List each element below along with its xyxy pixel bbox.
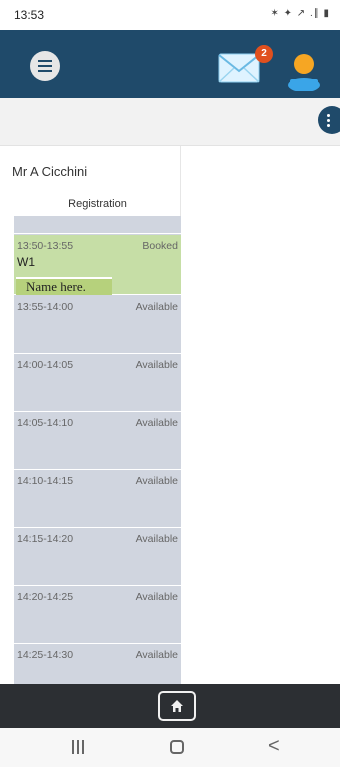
slot-name-note: Name here. xyxy=(16,277,112,295)
mail-badge: 2 xyxy=(255,45,273,63)
recents-icon[interactable] xyxy=(70,740,86,754)
slot-available[interactable]: 13:55-14:00 Available xyxy=(14,296,181,354)
slot-available[interactable]: 14:05-14:10 Available xyxy=(14,412,181,470)
slot-time: 14:25-14:30 xyxy=(17,649,74,661)
slots-spacer xyxy=(14,216,181,234)
slot-status: Available xyxy=(135,475,178,487)
back-chevron-icon[interactable]: < xyxy=(268,735,280,758)
slot-status: Available xyxy=(135,591,178,603)
slot-status: Available xyxy=(135,649,178,661)
slot-status: Available xyxy=(135,359,178,371)
slot-time: 14:05-14:10 xyxy=(17,417,74,429)
hamburger-menu-icon[interactable] xyxy=(30,51,60,81)
home-circle-icon[interactable] xyxy=(170,740,184,754)
sub-toolbar xyxy=(0,98,340,146)
home-icon[interactable] xyxy=(158,691,196,721)
slot-available[interactable]: 14:10-14:15 Available xyxy=(14,470,181,528)
slot-available[interactable]: 14:20-14:25 Available xyxy=(14,586,181,644)
user-avatar-icon[interactable] xyxy=(286,49,322,92)
slot-time: 14:20-14:25 xyxy=(17,591,74,603)
slot-status: Booked xyxy=(142,240,178,252)
teacher-name: Mr A Cicchini xyxy=(12,164,88,179)
status-bar: 13:53 ✶ ✦ ↗ .∥ ▮ xyxy=(0,0,340,30)
slot-time: 14:15-14:20 xyxy=(17,533,74,545)
slot-booked[interactable]: 13:50-13:55 Booked W1 Name here. xyxy=(14,235,181,295)
column-heading: Registration xyxy=(68,198,127,210)
status-icons: ✶ ✦ ↗ .∥ ▮ xyxy=(270,8,330,19)
slot-time: 13:50-13:55 xyxy=(17,240,74,252)
status-time: 13:53 xyxy=(14,8,45,22)
app-bottom-bar xyxy=(0,684,340,728)
slot-status: Available xyxy=(135,417,178,429)
slot-available[interactable]: 14:00-14:05 Available xyxy=(14,354,181,412)
schedule-content: Mr A Cicchini Registration 13:50-13:55 B… xyxy=(0,146,340,702)
slot-status: Available xyxy=(135,533,178,545)
slot-time: 13:55-14:00 xyxy=(17,301,74,313)
slot-available[interactable]: 14:15-14:20 Available xyxy=(14,528,181,586)
app-header: 2 xyxy=(0,30,340,98)
slot-time: 14:10-14:15 xyxy=(17,475,74,487)
teacher-column: Mr A Cicchini Registration 13:50-13:55 B… xyxy=(0,146,181,702)
slots-list: 13:50-13:55 Booked W1 Name here. 13:55-1… xyxy=(14,216,181,702)
system-nav-bar: < xyxy=(0,728,340,767)
slot-status: Available xyxy=(135,301,178,313)
vertical-dots-icon[interactable] xyxy=(318,106,340,134)
slot-time: 14:00-14:05 xyxy=(17,359,74,371)
slot-room: W1 xyxy=(17,255,35,269)
